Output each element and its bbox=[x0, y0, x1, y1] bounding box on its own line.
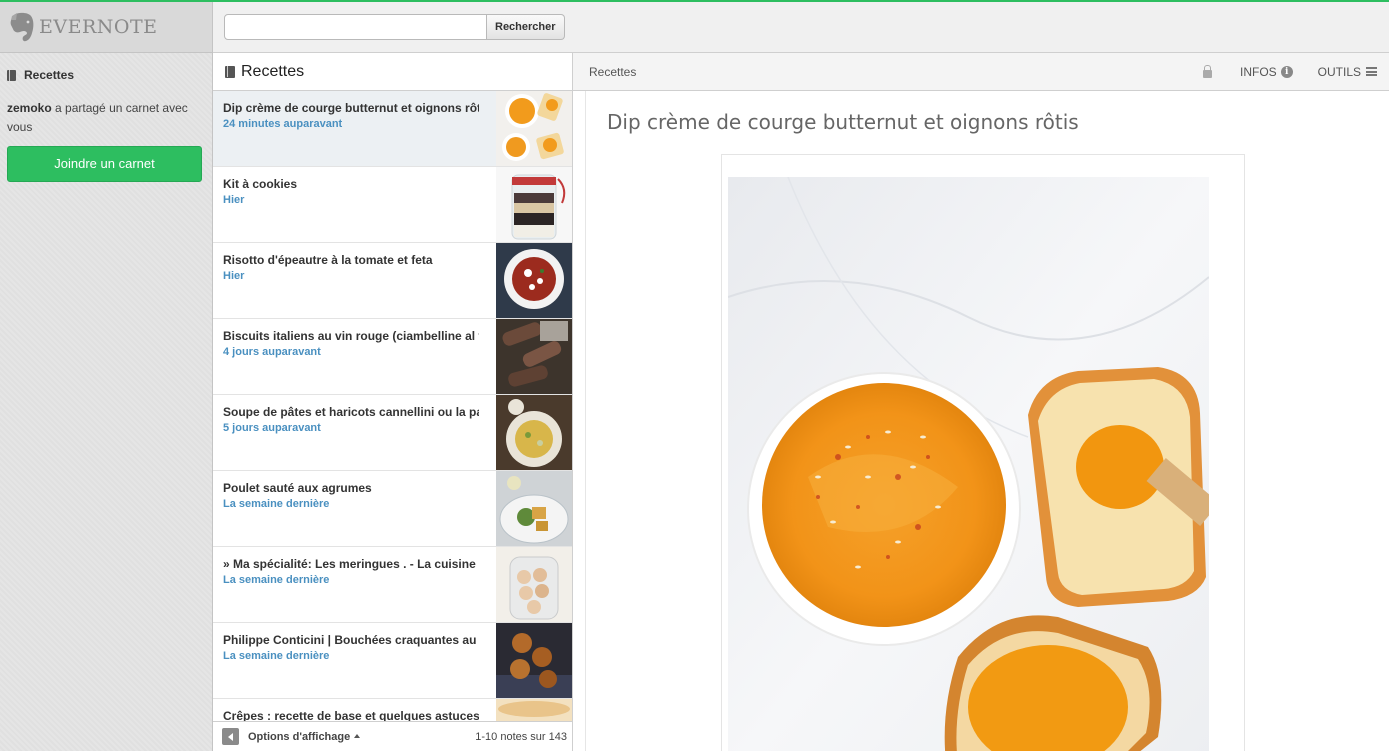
lock-icon bbox=[1202, 64, 1212, 78]
logo-text: EVERNOTE bbox=[39, 16, 158, 38]
note-title: Kit à cookies bbox=[223, 177, 298, 191]
note-item[interactable]: » Ma spécialité: Les meringues . - La cu… bbox=[213, 547, 572, 623]
logo[interactable]: EVERNOTE bbox=[0, 2, 213, 53]
note-image bbox=[728, 177, 1209, 751]
share-user: zemoko bbox=[7, 101, 52, 115]
note-title: » Ma spécialité: Les meringues . - La cu… bbox=[223, 557, 476, 571]
top-bar: EVERNOTE Rechercher bbox=[0, 2, 1389, 53]
note-thumbnail bbox=[496, 395, 572, 470]
note-list-title: Recettes bbox=[241, 62, 305, 80]
tools-button[interactable]: OUTILS bbox=[1318, 65, 1361, 79]
note-list-header: Recettes bbox=[213, 53, 572, 91]
notebook-icon bbox=[225, 65, 235, 78]
view-options-label: Options d'affichage bbox=[248, 730, 351, 743]
note-list: Recettes Dip crème de courge butternut e… bbox=[213, 53, 573, 751]
note-thumbnail bbox=[496, 243, 572, 318]
share-message: zemoko a partagé un carnet avec vous bbox=[0, 82, 212, 137]
notebook-icon bbox=[7, 69, 16, 81]
hamburger-menu-icon[interactable] bbox=[1366, 67, 1377, 76]
note-item[interactable]: Biscuits italiens au vin rouge (ciambell… bbox=[213, 319, 572, 395]
note-thumbnail bbox=[496, 623, 572, 698]
note-thumbnail bbox=[496, 547, 572, 622]
note-thumbnail bbox=[496, 319, 572, 394]
note-title: Poulet sauté aux agrumes bbox=[223, 481, 372, 495]
info-icon[interactable]: i bbox=[1280, 65, 1293, 78]
note-image-frame bbox=[721, 154, 1245, 751]
join-notebook-button[interactable]: Joindre un carnet bbox=[7, 146, 202, 182]
note-item[interactable]: Soupe de pâtes et haricots cannellini ou… bbox=[213, 395, 572, 471]
note-title: Soupe de pâtes et haricots cannellini ou… bbox=[223, 405, 479, 419]
note-count: 1-10 notes sur 143 bbox=[475, 730, 567, 743]
note-body: Dip crème de courge butternut et oignons… bbox=[585, 91, 1389, 751]
info-label: INFOS bbox=[1239, 64, 1277, 79]
left-sidebar: Recettes zemoko a partagé un carnet avec… bbox=[0, 53, 213, 751]
note-tools: INFOS i OUTILS bbox=[1202, 64, 1389, 79]
note-title: Biscuits italiens au vin rouge (ciambell… bbox=[223, 329, 479, 343]
note-item[interactable]: Philippe Conticini | Bouchées craquantes… bbox=[213, 623, 572, 699]
tools-label: OUTILS bbox=[1317, 64, 1361, 79]
info-button[interactable]: INFOS bbox=[1240, 65, 1277, 79]
note-thumbnail bbox=[496, 167, 572, 242]
note-title: Dip crème de courge butternut et oignons… bbox=[223, 101, 479, 115]
note-title: Philippe Conticini | Bouchées craquantes… bbox=[223, 633, 479, 647]
note-breadcrumb[interactable]: Recettes bbox=[589, 65, 636, 79]
note-thumbnail bbox=[496, 471, 572, 546]
search-bar: Rechercher bbox=[213, 2, 1389, 53]
elephant-logo-icon bbox=[10, 12, 34, 42]
collapse-list-button[interactable] bbox=[222, 728, 239, 745]
note-item[interactable]: Dip crème de courge butternut et oignons… bbox=[213, 91, 572, 167]
note-toolbar: Recettes INFOS i OUTILS bbox=[573, 53, 1389, 91]
sidebar-notebook[interactable]: Recettes bbox=[0, 53, 212, 82]
evernote-app: EVERNOTE Rechercher Recettes zemoko a pa… bbox=[0, 0, 1389, 751]
sidebar-notebook-label: Recettes bbox=[24, 68, 75, 82]
note-title: Risotto d'épeautre à la tomate et feta bbox=[223, 253, 433, 267]
note-item[interactable]: Risotto d'épeautre à la tomate et feta H… bbox=[213, 243, 572, 319]
note-thumbnail bbox=[496, 91, 572, 166]
caret-up-icon bbox=[354, 733, 361, 738]
note-item[interactable]: Poulet sauté aux agrumes La semaine dern… bbox=[213, 471, 572, 547]
note-item[interactable]: Kit à cookies Hier bbox=[213, 167, 572, 243]
view-options-button[interactable]: Options d'affichage bbox=[248, 730, 361, 743]
search-button[interactable]: Rechercher bbox=[487, 14, 565, 40]
note-list-footer: Options d'affichage 1-10 notes sur 143 bbox=[213, 721, 572, 751]
note-title-heading: Dip crème de courge butternut et oignons… bbox=[607, 110, 1079, 134]
search-input[interactable] bbox=[224, 14, 487, 40]
note-view: Recettes INFOS i OUTILS Dip crème de cou… bbox=[573, 53, 1389, 751]
